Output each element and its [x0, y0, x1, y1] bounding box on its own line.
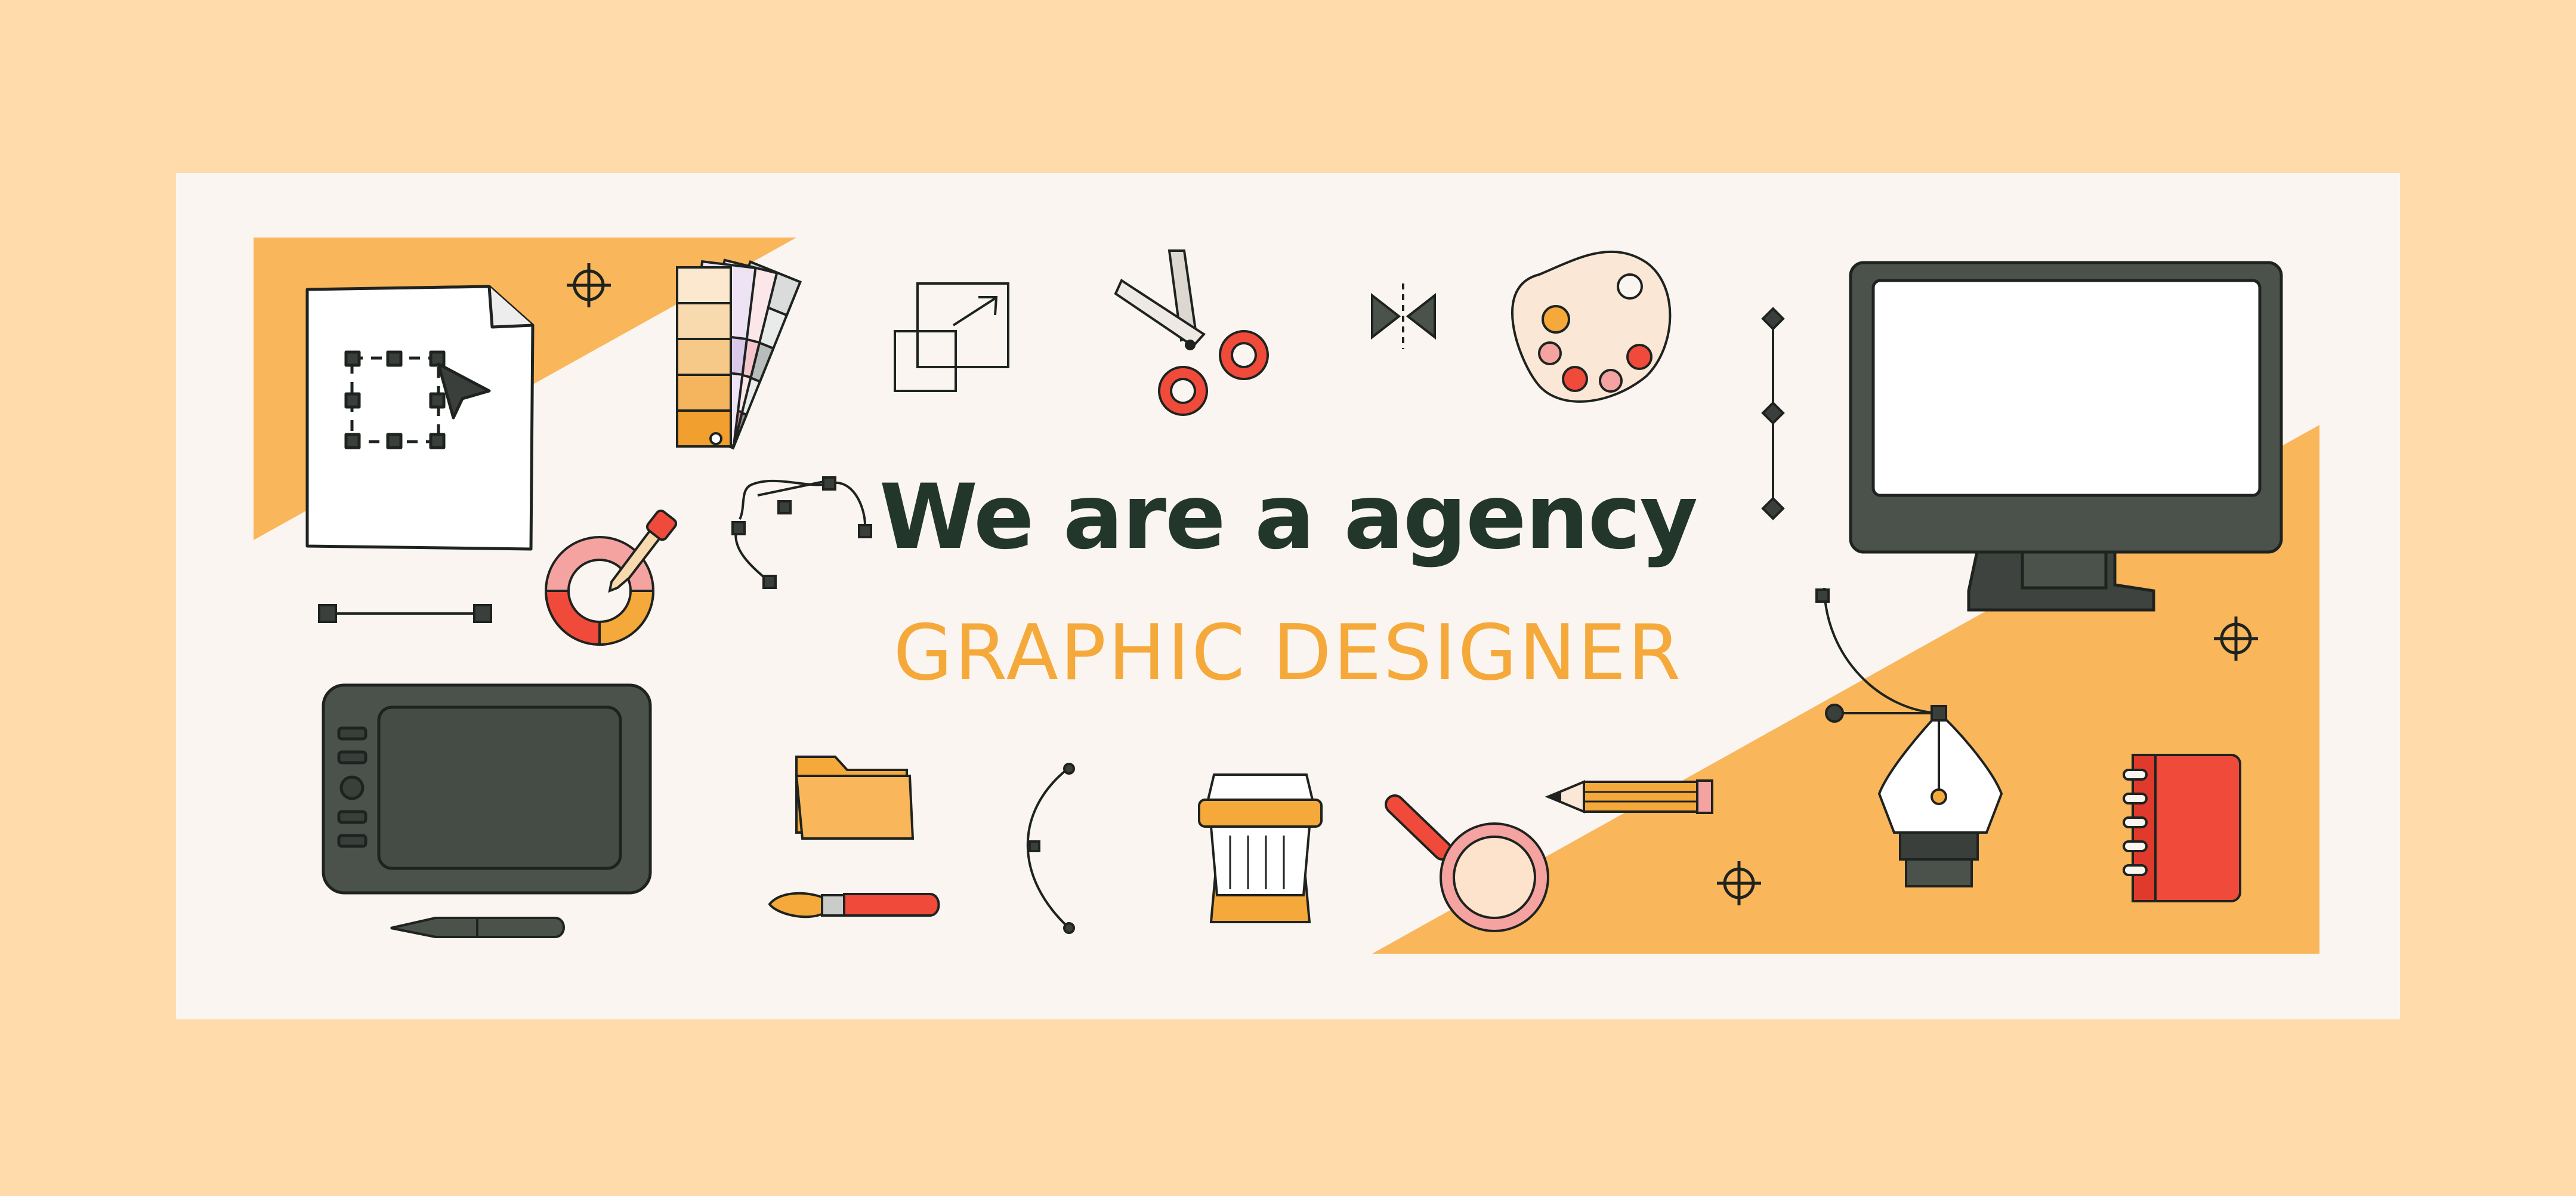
pencil-icon [1545, 779, 1713, 814]
banner-stage: We are a agency GRAPHIC DESIGNER [0, 0, 2576, 1194]
banner-headline: We are a agency [879, 466, 1698, 569]
banner-subheadline: GRAPHIC DESIGNER [893, 609, 1683, 698]
notebook-icon [2123, 754, 2241, 902]
paintbrush-icon [768, 892, 940, 918]
coffee-cup-icon [1198, 773, 1323, 923]
folder-icon [795, 756, 915, 840]
banner-illustration [176, 173, 2400, 1019]
graphics-tablet-icon [322, 683, 652, 895]
